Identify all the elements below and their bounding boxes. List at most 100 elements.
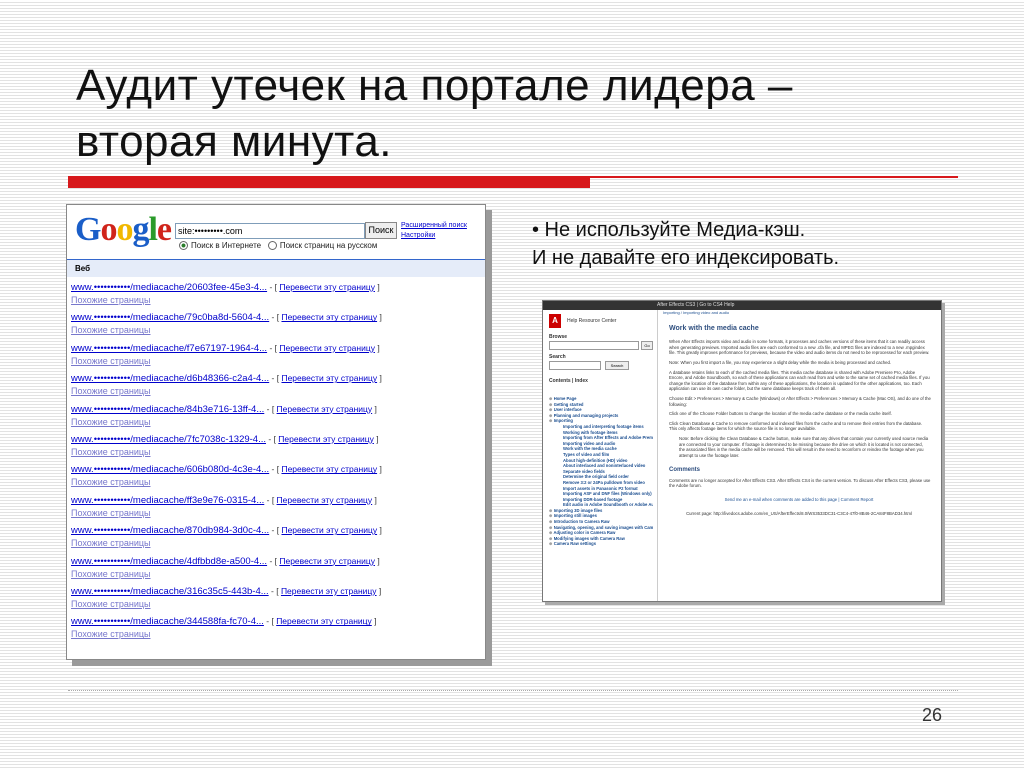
similar-pages-link[interactable]: Похожие страницы (71, 355, 481, 368)
tree-item[interactable]: About interlaced and noninterlaced video (549, 463, 653, 469)
para-2: A database retains links to each of the … (669, 369, 930, 392)
search-result: www.•••••••••••/mediacache/84b3e716-13ff… (71, 403, 481, 433)
result-url[interactable]: www.•••••••••••/mediacache/79c0ba8d-5604… (71, 312, 269, 323)
result-url[interactable]: www.•••••••••••/mediacache/ff3e9e76-0315… (71, 495, 264, 506)
result-url[interactable]: www.•••••••••••/mediacache/4dfbbd8e-a500… (71, 556, 267, 567)
bracket-open: - [ (269, 373, 282, 384)
advanced-search-link[interactable]: Расширенный поиск (401, 221, 467, 231)
radio-ru[interactable] (267, 241, 277, 251)
slide-title: Аудит утечек на портале лидера – вторая … (76, 58, 976, 170)
similar-pages-link[interactable]: Похожие страницы (71, 294, 481, 307)
footer-divider (68, 690, 958, 691)
browse-select[interactable] (549, 341, 639, 350)
similar-pages-link[interactable]: Похожие страницы (71, 385, 481, 398)
translate-link[interactable]: Перевести эту страницу (277, 404, 373, 414)
translate-link[interactable]: Перевести эту страницу (279, 343, 375, 353)
bracket-open: - [ (266, 433, 279, 444)
tree-item[interactable]: Importing and interpreting footage items (549, 424, 653, 430)
translate-link[interactable]: Перевести эту страницу (279, 282, 375, 292)
translate-link[interactable]: Перевести эту страницу (281, 525, 377, 535)
bracket-close: ] (374, 555, 380, 566)
similar-pages-link[interactable]: Похожие страницы (71, 568, 481, 581)
radio-web-label: Поиск в Интернете (191, 241, 262, 250)
similar-pages-link[interactable]: Похожие страницы (71, 416, 481, 429)
translate-link[interactable]: Перевести эту страницу (279, 556, 375, 566)
adobe-topbar-text: After Effects CS3 | Go to CS4 Help (657, 302, 735, 308)
bracket-open: - [ (264, 494, 277, 505)
tree-item[interactable]: Camera Raw settings (549, 541, 653, 547)
bracket-open: - [ (269, 464, 282, 475)
translate-link[interactable]: Перевести эту страницу (276, 616, 372, 626)
similar-pages-link[interactable]: Похожие страницы (71, 446, 481, 459)
search-result: www.•••••••••••/mediacache/79c0ba8d-5604… (71, 311, 481, 341)
similar-pages-link[interactable]: Похожие страницы (71, 628, 481, 641)
contents-index[interactable]: Contents | Index (549, 378, 588, 384)
google-screenshot: Google site:•••••••••.com Поиск Расширен… (66, 204, 486, 660)
bracket-close: ] (376, 585, 382, 596)
result-url[interactable]: www.•••••••••••/mediacache/316c35c5-443b… (71, 586, 269, 597)
similar-pages-link[interactable]: Похожие страницы (71, 598, 481, 611)
go-button[interactable]: Go (641, 341, 653, 350)
breadcrumb[interactable]: Importing / Importing video and audio (663, 310, 935, 316)
google-side-links: Расширенный поиск Настройки (401, 221, 467, 241)
google-search-input[interactable]: site:•••••••••.com (175, 223, 365, 239)
para-1: When After Effects imports video and aud… (669, 339, 930, 356)
search-result: www.•••••••••••/mediacache/4dfbbd8e-a500… (71, 555, 481, 585)
bracket-close: ] (374, 342, 380, 353)
result-url[interactable]: www.•••••••••••/mediacache/870db984-3d0c… (71, 525, 269, 536)
result-url[interactable]: www.•••••••••••/mediacache/84b3e716-13ff… (71, 404, 264, 415)
tree-item[interactable]: Importing ASF and DNF files (Windows onl… (549, 491, 653, 497)
adobe-topbar (543, 301, 941, 310)
result-url[interactable]: www.•••••••••••/mediacache/344588fa-fc70… (71, 616, 264, 627)
similar-pages-link[interactable]: Похожие страницы (71, 324, 481, 337)
list-item-2: Click Clean Database & Cache to remove c… (669, 420, 923, 432)
bracket-close: ] (371, 616, 377, 627)
bracket-open: - [ (264, 403, 277, 414)
translate-link[interactable]: Перевести эту страницу (281, 586, 377, 596)
tree-item[interactable]: Importing from After Effects and Adobe P… (549, 435, 653, 441)
google-web-tab: Веб (67, 259, 485, 277)
bracket-close: ] (372, 494, 377, 505)
google-results: www.•••••••••••/mediacache/20603fee-45e3… (71, 281, 481, 646)
bracket-close: ] (377, 312, 382, 323)
bracket-open: - [ (263, 616, 277, 627)
page-heading: Work with the media cache (669, 324, 759, 332)
adobe-search-button[interactable]: Search (605, 361, 629, 370)
adobe-content: Importing / Importing video and audio Wo… (663, 310, 935, 601)
result-url[interactable]: www.•••••••••••/mediacache/f7e67197-1964… (71, 343, 267, 354)
google-logo: Google (75, 211, 172, 248)
bullet-line-1: • Не используйте Медиа-кэш. (532, 219, 806, 241)
search-result: www.•••••••••••/mediacache/f7e67197-1964… (71, 342, 481, 372)
radio-web[interactable] (179, 241, 188, 251)
settings-link[interactable]: Настройки (401, 231, 467, 241)
adobe-search-input[interactable] (549, 361, 601, 370)
search-result: www.•••••••••••/mediacache/ff3e9e76-0315… (71, 494, 481, 524)
similar-pages-link[interactable]: Похожие страницы (71, 537, 481, 550)
google-search-button[interactable]: Поиск (365, 222, 397, 239)
bracket-close: ] (377, 464, 382, 475)
result-url[interactable]: www.•••••••••••/mediacache/606b080d-4c3e… (71, 464, 269, 475)
bullet-line-2: И не давайте его индексировать. (532, 247, 840, 269)
note-1: Note: When you first import a file, you … (669, 359, 892, 365)
translate-link[interactable]: Перевести эту страницу (281, 373, 377, 383)
result-url[interactable]: www.•••••••••••/mediacache/d6b48366-c2a4… (71, 373, 269, 384)
search-label: Search (549, 354, 566, 360)
translate-link[interactable]: Перевести эту страницу (278, 434, 374, 444)
title-rule (68, 176, 958, 188)
adobe-help-screenshot: After Effects CS3 | Go to CS4 Help A Hel… (542, 300, 942, 602)
radio-ru-label: Поиск страниц на русском (279, 241, 378, 250)
similar-pages-link[interactable]: Похожие страницы (71, 476, 481, 489)
contents-tree: Home PageGetting startedUser interfacePl… (549, 396, 653, 547)
tree-item[interactable]: Remove 3:2 or 24Pa pulldown from video (549, 480, 653, 486)
title-line-1: Аудит утечек на портале лидера – (76, 61, 793, 110)
translate-link[interactable]: Перевести эту страницу (281, 464, 377, 474)
translate-link[interactable]: Перевести эту страницу (277, 495, 373, 505)
translate-link[interactable]: Перевести эту страницу (281, 312, 377, 322)
bracket-close: ] (377, 525, 382, 536)
comment-links[interactable]: Send me an e-mail when comments are adde… (663, 497, 935, 503)
bracket-open: - [ (267, 342, 280, 353)
bracket-open: - [ (267, 555, 280, 566)
result-url[interactable]: www.•••••••••••/mediacache/20603fee-45e3… (71, 282, 267, 293)
result-url[interactable]: www.•••••••••••/mediacache/7fc7038c-1329… (71, 434, 266, 445)
similar-pages-link[interactable]: Похожие страницы (71, 507, 481, 520)
